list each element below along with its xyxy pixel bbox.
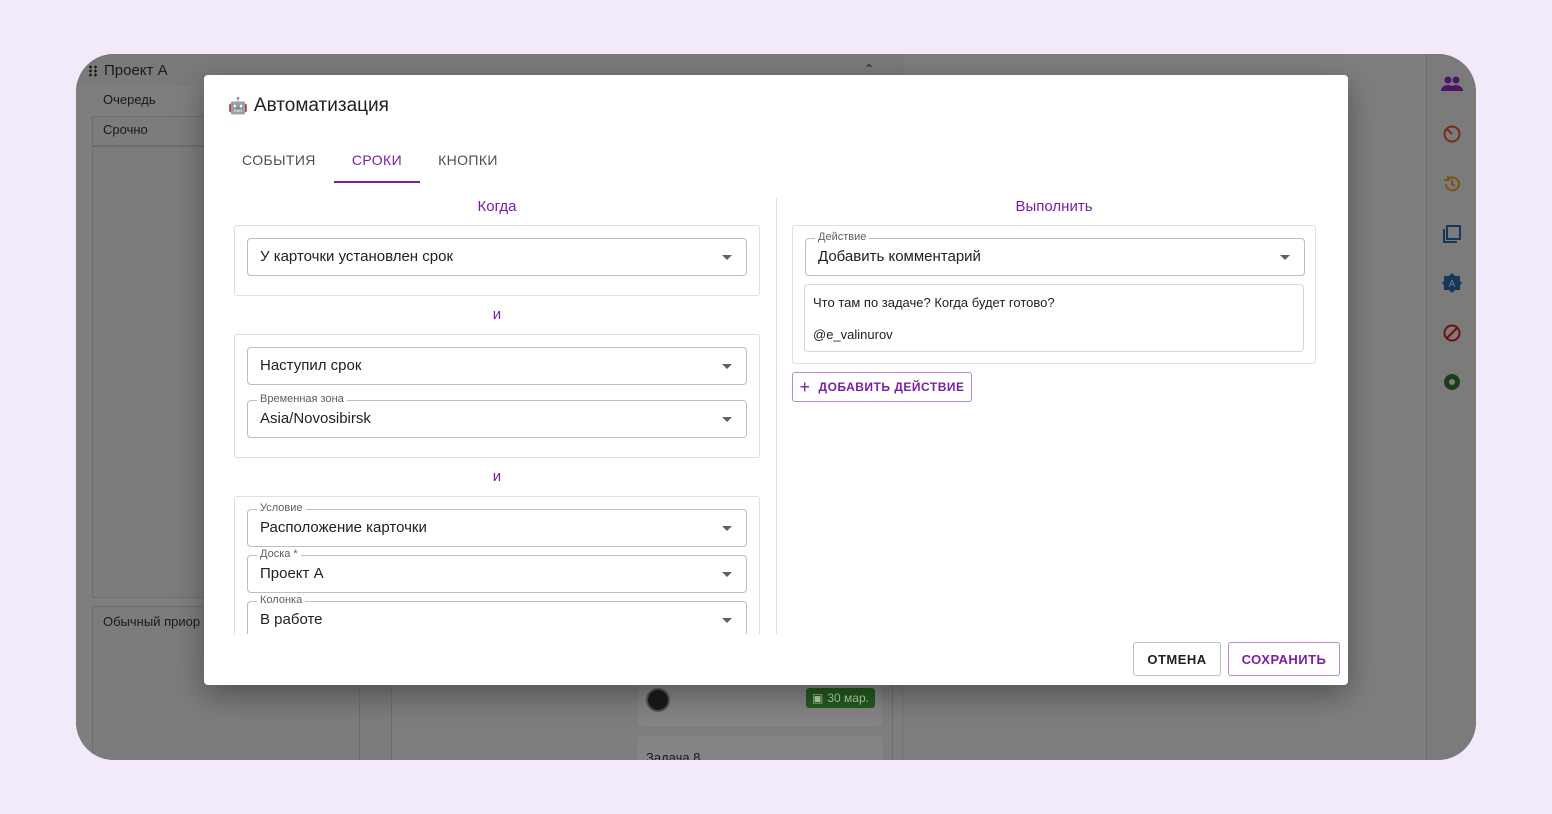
dropdown-arrow-icon [722, 364, 732, 369]
task-card[interactable]: ▣ 30 мар. [638, 678, 882, 726]
add-action-label: ДОБАВИТЬ ДЕЙСТВИЕ [818, 380, 965, 394]
and-label: и [492, 468, 502, 485]
dialog-title: 🤖 Автоматизация [228, 95, 389, 117]
copy-icon[interactable] [1441, 223, 1463, 245]
save-button[interactable]: СОХРАНИТЬ [1228, 642, 1340, 676]
comment-line [813, 311, 1295, 327]
due-date-text: 30 мар. [827, 691, 869, 705]
board-title[interactable]: Проект А [88, 62, 168, 79]
trigger-select[interactable]: У карточки установлен срок [247, 238, 747, 276]
condition-select[interactable]: Условие Расположение карточки [247, 502, 747, 547]
dropdown-arrow-icon [722, 618, 732, 623]
trigger-group: У карточки установлен срок [234, 225, 760, 296]
automation-badge-icon[interactable]: A [1441, 272, 1463, 294]
column-queue: Очередь [103, 92, 156, 107]
board-label: Доска * [257, 548, 301, 560]
timer-icon[interactable] [1441, 123, 1463, 145]
aperture-icon[interactable] [1441, 371, 1463, 393]
and-label: и [492, 306, 502, 323]
condition-value: Расположение карточки [260, 519, 427, 536]
tabs: СОБЫТИЯ СРОКИ КНОПКИ [224, 139, 516, 183]
board-select[interactable]: Доска * Проект А [247, 548, 747, 593]
comment-textarea[interactable]: Что там по задаче? Когда будет готово? @… [804, 284, 1304, 352]
trigger-value: У карточки установлен срок [260, 248, 454, 265]
lane-normal: Обычный приор [103, 614, 201, 629]
side-rail: A [1426, 54, 1476, 760]
dropdown-arrow-icon [722, 255, 732, 260]
due-date-chip: ▣ 30 мар. [806, 688, 875, 708]
svg-text:A: A [1449, 279, 1456, 290]
timezone-value: Asia/Novosibirsk [260, 410, 371, 427]
tab-buttons[interactable]: КНОПКИ [420, 139, 516, 181]
lane-urgent: Срочно [103, 122, 148, 137]
comment-line: @e_valinurov [813, 327, 893, 342]
comment-line: Что там по задаче? Когда будет готово? [813, 295, 1055, 310]
task-title: Задача 8 [646, 750, 701, 760]
condition-group: Условие Расположение карточки Доска * Пр… [234, 496, 760, 634]
plus-icon: + [799, 377, 811, 397]
cancel-button[interactable]: ОТМЕНА [1133, 642, 1221, 676]
dropdown-arrow-icon [1280, 255, 1290, 260]
column-divider [776, 197, 777, 635]
task-card[interactable]: Задача 8 [638, 736, 882, 760]
avatar [646, 688, 670, 712]
tab-events[interactable]: СОБЫТИЯ [224, 139, 334, 181]
automation-dialog: 🤖 Автоматизация СОБЫТИЯ СРОКИ КНОПКИ Ког… [204, 75, 1348, 685]
action-value: Добавить комментарий [818, 248, 981, 265]
when-title: Когда [477, 198, 517, 215]
block-icon[interactable] [1441, 322, 1463, 344]
column-value: В работе [260, 611, 323, 628]
action-select[interactable]: Действие Добавить комментарий [805, 231, 1305, 276]
action-label: Действие [815, 231, 870, 243]
timezone-label: Временная зона [257, 393, 347, 405]
execute-title: Выполнить [1015, 198, 1093, 215]
board-value: Проект А [260, 565, 324, 582]
column-select[interactable]: Колонка В работе [247, 594, 747, 634]
people-icon[interactable] [1441, 73, 1463, 95]
tab-deadlines[interactable]: СРОКИ [333, 139, 421, 183]
dropdown-arrow-icon [722, 572, 732, 577]
condition-label: Условие [257, 502, 306, 514]
deadline-group: Наступил срок Временная зона Asia/Novosi… [234, 334, 760, 458]
history-icon[interactable] [1441, 173, 1463, 195]
condition-scroll-area: Условие Расположение карточки Доска * Пр… [234, 496, 760, 634]
dropdown-arrow-icon [722, 417, 732, 422]
calendar-icon: ▣ [812, 691, 824, 705]
add-action-button[interactable]: + ДОБАВИТЬ ДЕЙСТВИЕ [792, 372, 972, 402]
drag-handle-icon[interactable] [88, 64, 98, 77]
deadline-select[interactable]: Наступил срок [247, 347, 747, 385]
deadline-value: Наступил срок [260, 357, 362, 374]
timezone-select[interactable]: Временная зона Asia/Novosibirsk [247, 393, 747, 438]
robot-icon: 🤖 [228, 98, 248, 115]
project-title: Проект А [104, 62, 168, 79]
dropdown-arrow-icon [722, 526, 732, 531]
dialog-title-text: Автоматизация [253, 95, 389, 116]
chevron-up-icon[interactable]: ⌃ [864, 62, 874, 76]
column-label: Колонка [257, 594, 306, 606]
